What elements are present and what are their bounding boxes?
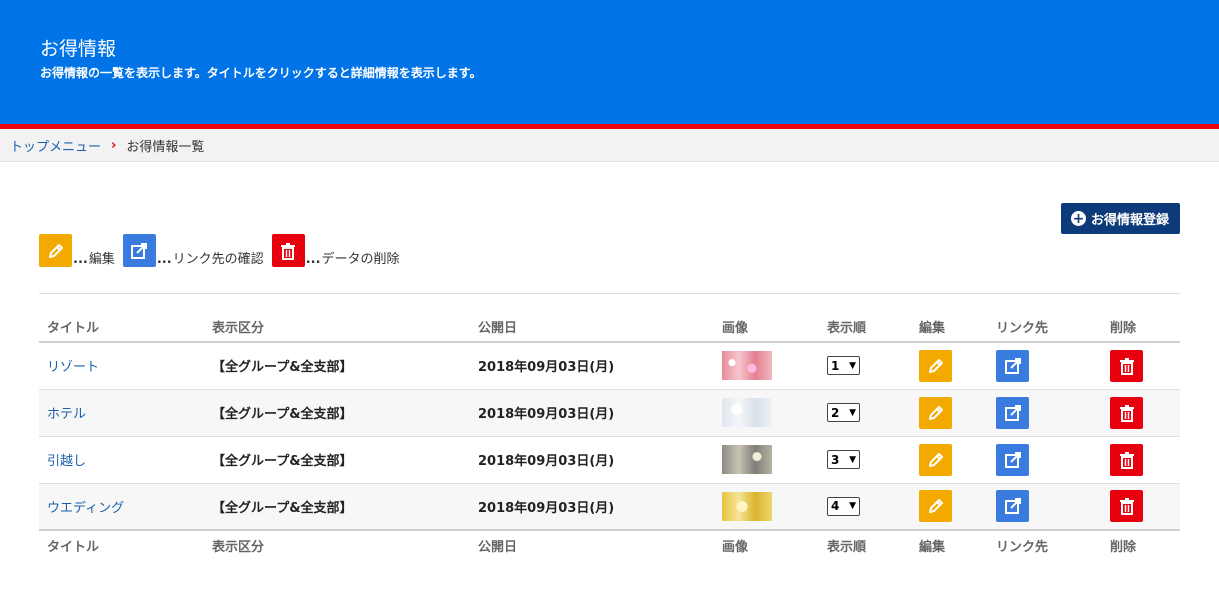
pencil-icon: [928, 405, 943, 420]
pencil-icon: [39, 234, 72, 267]
link-button[interactable]: [996, 349, 1029, 382]
row-thumbnail-image: [722, 398, 772, 427]
column-footer-date: 公開日: [470, 529, 714, 560]
row-title-link[interactable]: 引越し: [47, 454, 86, 469]
icon-legend: ... 編集 ... リンク先の確認 ... データの削除: [39, 234, 408, 267]
register-button-label: お得情報登録: [1090, 213, 1169, 228]
column-header-link: リンク先: [988, 312, 1102, 343]
delete-button[interactable]: [1110, 396, 1143, 429]
order-select[interactable]: 2 ▼: [827, 403, 860, 422]
external-link-icon: [122, 234, 156, 267]
external-link-icon: [1004, 498, 1021, 515]
column-footer-category: 表示区分: [204, 529, 470, 560]
table-header-row: タイトル 表示区分 公開日 画像 表示順 編集 リンク先 削除: [39, 312, 1180, 343]
delete-button[interactable]: [1110, 349, 1143, 382]
link-button[interactable]: [996, 443, 1029, 476]
order-select[interactable]: 3 ▼: [827, 450, 860, 469]
delete-button[interactable]: [1110, 490, 1143, 523]
order-select[interactable]: 1 ▼: [827, 356, 860, 376]
chevron-down-icon: ▼: [849, 407, 856, 418]
row-category: 【全グループ&全支部】: [212, 407, 353, 422]
column-footer-image: 画像: [714, 529, 819, 560]
breadcrumb: トップメニュー › お得情報一覧: [0, 129, 1219, 162]
column-header-delete: 削除: [1102, 312, 1180, 343]
column-header-category[interactable]: 表示区分: [204, 312, 470, 343]
link-button[interactable]: [996, 490, 1029, 523]
external-link-icon: [1004, 451, 1021, 468]
info-table: タイトル 表示区分 公開日 画像 表示順 編集 リンク先 削除 リゾート 【全グ…: [39, 312, 1180, 560]
row-title-link[interactable]: ホテル: [47, 407, 86, 422]
column-footer-delete: 削除: [1102, 529, 1180, 560]
plus-circle-icon: +: [1070, 210, 1086, 227]
column-header-order[interactable]: 表示順: [819, 312, 911, 343]
column-header-date[interactable]: 公開日: [470, 312, 714, 343]
row-category: 【全グループ&全支部】: [212, 454, 353, 469]
breadcrumb-home-link[interactable]: トップメニュー: [10, 136, 101, 155]
row-thumbnail-image: [722, 445, 772, 474]
legend-edit: ... 編集: [39, 234, 115, 267]
order-select-value: 4: [831, 499, 840, 514]
column-header-image: 画像: [714, 312, 819, 343]
table-row: ウエディング 【全グループ&全支部】 2018年09月03日(月) 4 ▼: [39, 483, 1180, 530]
external-link-icon: [1004, 404, 1021, 421]
trash-icon: [1119, 451, 1134, 469]
legend-delete-label: データの削除: [321, 252, 400, 267]
link-button[interactable]: [996, 396, 1029, 429]
column-footer-edit: 編集: [911, 529, 988, 560]
row-thumbnail-image: [722, 491, 772, 521]
external-link-icon: [1004, 357, 1021, 374]
trash-icon: [1119, 357, 1134, 375]
legend-delete: ... データの削除: [271, 234, 400, 267]
chevron-right-icon: ›: [111, 137, 117, 153]
trash-icon: [1119, 498, 1134, 516]
row-category: 【全グループ&全支部】: [212, 500, 353, 516]
chevron-down-icon: ▼: [849, 501, 856, 512]
legend-dots: ...: [73, 252, 88, 267]
row-date: 2018年09月03日(月): [478, 454, 615, 469]
row-date: 2018年09月03日(月): [478, 407, 615, 422]
table-footer-row: タイトル 表示区分 公開日 画像 表示順 編集 リンク先 削除: [39, 529, 1180, 560]
page-header: お得情報 お得情報の一覧を表示します。タイトルをクリックすると詳細情報を表示しま…: [0, 0, 1219, 124]
table-row: ホテル 【全グループ&全支部】 2018年09月03日(月) 2 ▼: [39, 389, 1180, 437]
legend-link: ... リンク先の確認: [122, 234, 264, 267]
edit-button[interactable]: [919, 396, 952, 429]
table-row: リゾート 【全グループ&全支部】 2018年09月03日(月) 1 ▼: [39, 342, 1180, 390]
row-date: 2018年09月03日(月): [478, 360, 615, 376]
order-select[interactable]: 4 ▼: [827, 496, 860, 516]
row-title-link[interactable]: リゾート: [47, 360, 99, 375]
order-select-value: 1: [831, 358, 840, 373]
order-select-value: 2: [831, 405, 840, 420]
column-header-title[interactable]: タイトル: [39, 312, 204, 343]
page-title: お得情報: [40, 38, 117, 60]
edit-button[interactable]: [919, 443, 952, 476]
column-footer-link: リンク先: [988, 529, 1102, 560]
pencil-icon: [928, 358, 943, 373]
register-button[interactable]: + お得情報登録: [1060, 203, 1180, 234]
pencil-icon: [928, 452, 943, 467]
edit-button[interactable]: [919, 490, 952, 523]
chevron-down-icon: ▼: [849, 454, 856, 465]
table-row: 引越し 【全グループ&全支部】 2018年09月03日(月) 3 ▼: [39, 436, 1180, 484]
legend-link-label: リンク先の確認: [172, 252, 264, 267]
chevron-down-icon: ▼: [849, 360, 856, 371]
legend-edit-label: 編集: [88, 252, 115, 267]
trash-icon: [1119, 404, 1134, 422]
page-description: お得情報の一覧を表示します。タイトルをクリックすると詳細情報を表示します。: [40, 66, 482, 80]
column-footer-order: 表示順: [819, 529, 911, 560]
section-divider: [39, 293, 1180, 294]
order-select-value: 3: [831, 452, 840, 467]
pencil-icon: [928, 499, 943, 514]
trash-icon: [271, 234, 305, 267]
column-header-edit: 編集: [911, 312, 988, 343]
column-footer-title: タイトル: [39, 529, 204, 560]
delete-button[interactable]: [1110, 443, 1143, 476]
legend-dots: ...: [156, 252, 172, 267]
row-category: 【全グループ&全支部】: [212, 360, 353, 376]
row-title-link[interactable]: ウエディング: [47, 501, 124, 516]
legend-dots: ...: [305, 252, 321, 267]
edit-button[interactable]: [919, 349, 952, 382]
breadcrumb-current: お得情報一覧: [126, 139, 205, 155]
row-date: 2018年09月03日(月): [478, 500, 615, 516]
row-thumbnail-image: [722, 351, 772, 381]
